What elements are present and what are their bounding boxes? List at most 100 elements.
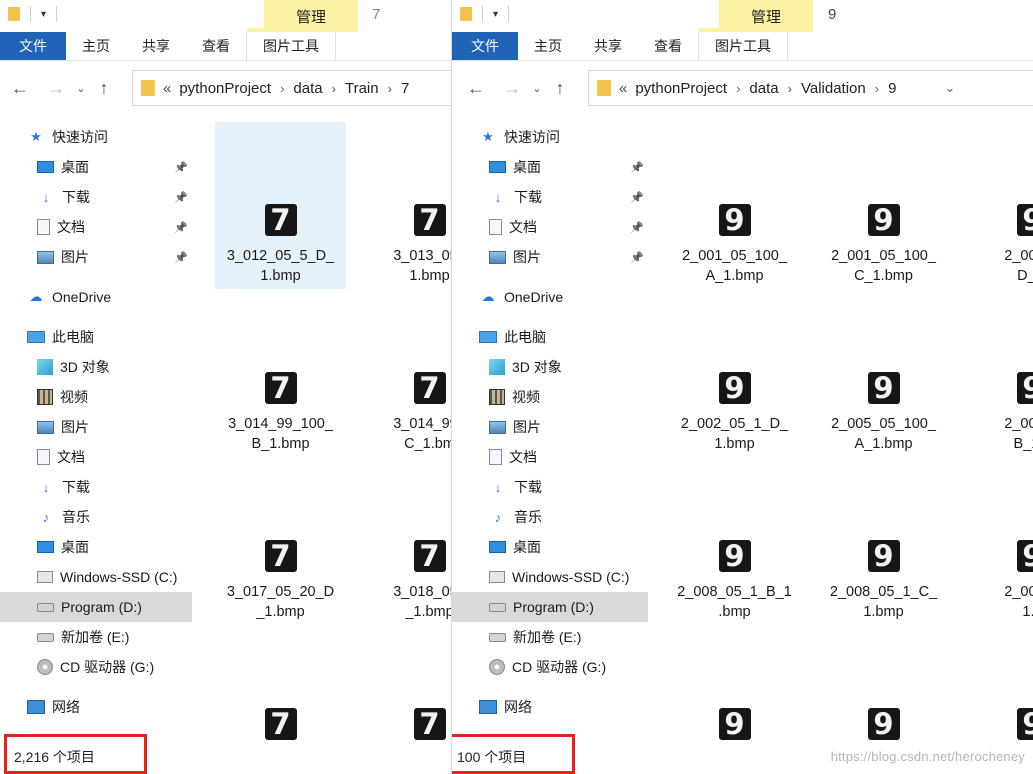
pin-icon[interactable]: 📌 — [630, 221, 644, 234]
nav-item[interactable]: 3D 对象 — [0, 352, 192, 382]
nav-item[interactable]: 桌面 — [452, 532, 648, 562]
file-item[interactable]: 9 2_005_05_100_ A_1.bmp — [818, 290, 949, 457]
pin-icon[interactable]: 📌 — [174, 221, 188, 234]
nav-item[interactable]: 网络 — [452, 692, 648, 722]
nav-item[interactable]: 图片 — [0, 412, 192, 442]
up-arrow-icon[interactable]: ↑ — [548, 78, 572, 99]
forward-arrow-icon[interactable]: → — [500, 78, 524, 99]
pin-icon[interactable]: 📌 — [630, 161, 644, 174]
nav-item[interactable]: Windows-SSD (C:) — [0, 562, 192, 592]
nav-item[interactable]: 桌面 📌 — [0, 152, 192, 182]
pin-icon[interactable]: 📌 — [174, 251, 188, 264]
nav-item[interactable]: ★ 快速访问 — [452, 122, 648, 152]
pin-icon[interactable]: 📌 — [174, 161, 188, 174]
tab-picture-tools[interactable]: 图片工具 — [246, 28, 336, 60]
file-item[interactable]: 7 3_014_99_100_ B_1.bmp — [215, 290, 346, 457]
tab-view[interactable]: 查看 — [186, 32, 246, 60]
breadcrumb-separator-icon[interactable]: › — [388, 81, 392, 96]
breadcrumb-separator-icon[interactable]: › — [788, 81, 792, 96]
tab-home[interactable]: 主页 — [66, 32, 126, 60]
breadcrumb-item[interactable]: pythonProject — [179, 80, 271, 97]
nav-item[interactable]: 文档 📌 — [0, 212, 192, 242]
breadcrumb-separator-icon[interactable]: › — [736, 81, 740, 96]
file-item[interactable]: 7 3_018_05_ _1.bmp — [364, 458, 451, 625]
up-arrow-icon[interactable]: ↑ — [92, 78, 116, 99]
recent-locations-chevron-icon[interactable]: ⌄ — [528, 82, 546, 95]
nav-item[interactable]: ↓ 下载 — [0, 472, 192, 502]
nav-item[interactable]: 视频 — [452, 382, 648, 412]
nav-item[interactable]: ★ 快速访问 — [0, 122, 192, 152]
nav-item[interactable]: CD 驱动器 (G:) — [452, 652, 648, 682]
file-item[interactable]: 7 3_017_05_20_D _1.bmp — [215, 458, 346, 625]
nav-item[interactable]: 视频 — [0, 382, 192, 412]
nav-item[interactable]: 图片 — [452, 412, 648, 442]
customize-toolbar-icon[interactable]: ▾ — [493, 9, 498, 20]
file-item[interactable]: 7 3_014_99_ C_1.bm — [364, 290, 451, 457]
tab-picture-tools[interactable]: 图片工具 — [698, 28, 788, 60]
nav-item[interactable]: ☁ OneDrive — [0, 282, 192, 312]
nav-item[interactable]: 此电脑 — [0, 322, 192, 352]
pin-icon[interactable]: 📌 — [174, 191, 188, 204]
nav-item[interactable]: CD 驱动器 (G:) — [0, 652, 192, 682]
pin-icon[interactable]: 📌 — [630, 191, 644, 204]
overflow-chevron-icon[interactable]: « — [163, 80, 171, 97]
breadcrumb-item[interactable]: 7 — [401, 80, 409, 97]
nav-item[interactable]: ↓ 下载 — [452, 472, 648, 502]
nav-item[interactable]: ↓ 下载 📌 — [452, 182, 648, 212]
breadcrumb-item[interactable]: data — [293, 80, 322, 97]
overflow-chevron-icon[interactable]: « — [619, 80, 627, 97]
breadcrumb-separator-icon[interactable]: › — [332, 81, 336, 96]
file-item[interactable]: 9 2_008_05_1_C_ 1.bmp — [818, 458, 949, 625]
file-item[interactable]: 9 2_001_05_100_ A_1.bmp — [669, 122, 800, 289]
nav-item[interactable]: 文档 — [0, 442, 192, 472]
file-item[interactable]: 9 2_001_05_100_ C_1.bmp — [818, 122, 949, 289]
breadcrumb-separator-icon[interactable]: › — [875, 81, 879, 96]
pin-icon[interactable]: 📌 — [630, 251, 644, 264]
tab-file[interactable]: 文件 — [452, 32, 518, 60]
nav-item[interactable]: 文档 — [452, 442, 648, 472]
recent-locations-chevron-icon[interactable]: ⌄ — [72, 82, 90, 95]
nav-item[interactable]: ♪ 音乐 — [0, 502, 192, 532]
tab-share[interactable]: 共享 — [578, 32, 638, 60]
file-item[interactable]: 9 2_005_0 B_1.b — [967, 290, 1033, 457]
tab-share[interactable]: 共享 — [126, 32, 186, 60]
nav-item[interactable]: 图片 📌 — [0, 242, 192, 272]
nav-item[interactable]: 此电脑 — [452, 322, 648, 352]
breadcrumb-item[interactable]: Train — [345, 80, 379, 97]
tab-file[interactable]: 文件 — [0, 32, 66, 60]
tab-home[interactable]: 主页 — [518, 32, 578, 60]
nav-item[interactable]: 桌面 📌 — [452, 152, 648, 182]
breadcrumb-item[interactable]: pythonProject — [635, 80, 727, 97]
file-item[interactable]: 9 2_008_0 1.b — [967, 458, 1033, 625]
tab-view[interactable]: 查看 — [638, 32, 698, 60]
back-arrow-icon[interactable]: ← — [8, 78, 32, 99]
nav-item[interactable]: ↓ 下载 📌 — [0, 182, 192, 212]
nav-item[interactable]: Windows-SSD (C:) — [452, 562, 648, 592]
nav-item[interactable]: 桌面 — [0, 532, 192, 562]
file-item[interactable]: 7 3_013_05_ 1.bmp — [364, 122, 451, 289]
nav-item[interactable]: 3D 对象 — [452, 352, 648, 382]
nav-item[interactable]: 新加卷 (E:) — [0, 622, 192, 652]
nav-item[interactable]: Program (D:) — [452, 592, 648, 622]
nav-item[interactable]: 网络 — [0, 692, 192, 722]
back-arrow-icon[interactable]: ← — [464, 78, 488, 99]
file-item[interactable]: 9 2_002_05_1_D_ 1.bmp — [669, 290, 800, 457]
nav-item[interactable]: ☁ OneDrive — [452, 282, 648, 312]
breadcrumb-item[interactable]: Validation — [801, 80, 866, 97]
nav-item[interactable]: 新加卷 (E:) — [452, 622, 648, 652]
breadcrumb-item[interactable]: 9 — [888, 80, 896, 97]
nav-item[interactable]: 图片 📌 — [452, 242, 648, 272]
address-dropdown-icon[interactable]: ⌄ — [944, 80, 955, 96]
nav-item[interactable]: ♪ 音乐 — [452, 502, 648, 532]
customize-toolbar-icon[interactable]: ▾ — [41, 9, 46, 20]
breadcrumb-separator-icon[interactable]: › — [280, 81, 284, 96]
address-bar[interactable]: « pythonProject › data › Train › 7 — [132, 70, 451, 106]
file-item[interactable]: 9 2_001_0 D_1. — [967, 122, 1033, 289]
nav-item[interactable]: 文档 📌 — [452, 212, 648, 242]
nav-item[interactable]: Program (D:) — [0, 592, 192, 622]
file-item[interactable]: 9 2_008_05_1_B_1 .bmp — [669, 458, 800, 625]
address-bar[interactable]: « pythonProject › data › Validation › 9 … — [588, 70, 1033, 106]
forward-arrow-icon[interactable]: → — [44, 78, 68, 99]
file-item[interactable]: 7 3_012_05_5_D_ 1.bmp — [215, 122, 346, 289]
breadcrumb-item[interactable]: data — [749, 80, 778, 97]
